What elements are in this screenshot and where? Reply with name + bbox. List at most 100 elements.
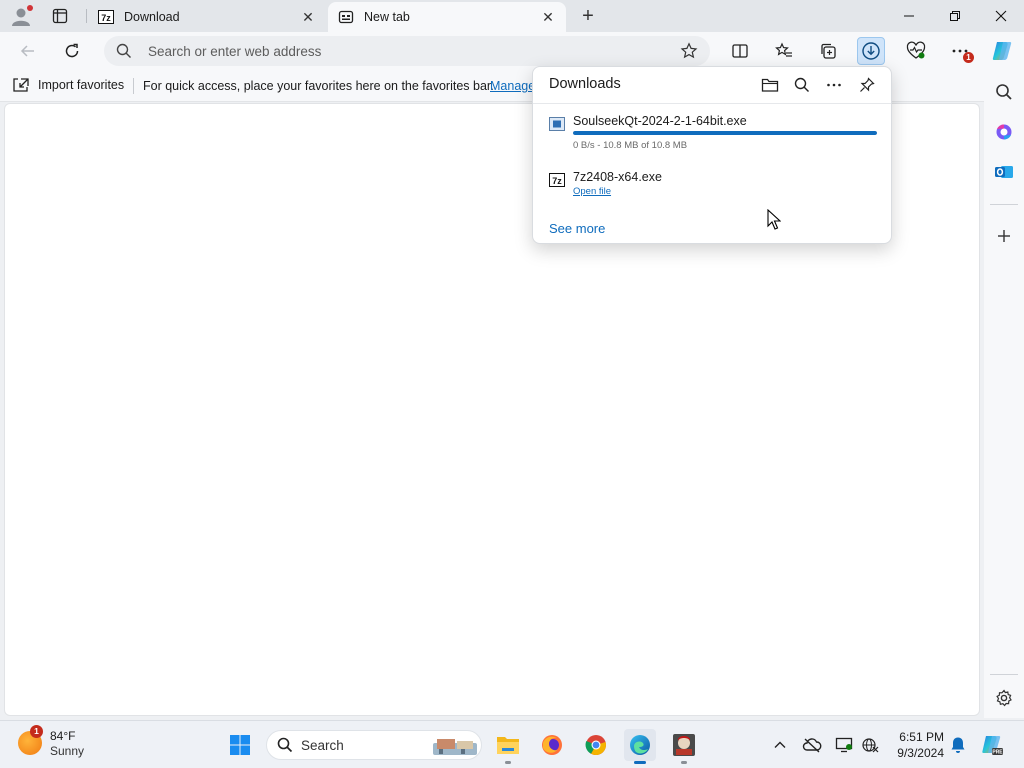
refresh-button[interactable] (58, 37, 86, 65)
firefox-icon (542, 735, 562, 755)
new-tab-plus-icon[interactable]: + (576, 4, 600, 28)
address-bar[interactable] (104, 36, 710, 66)
tab-strip: 7z Download ✕ New tab ✕ + (0, 0, 1024, 32)
gear-icon (996, 689, 1012, 707)
tab-close-icon[interactable]: ✕ (540, 9, 556, 25)
show-hidden-icons-button[interactable] (768, 733, 792, 757)
notification-badge: 1 (963, 52, 974, 63)
clock-time: 6:51 PM (899, 730, 944, 744)
search-downloads-button[interactable] (790, 73, 814, 97)
sun-icon: 1 (18, 725, 43, 755)
taskbar: 1 84°F Sunny Search 6:51 PM 9/3/2024 PRE (0, 720, 1024, 768)
copilot-button[interactable] (988, 37, 1016, 65)
close-window-button[interactable] (978, 0, 1024, 32)
profile-notification-dot (27, 5, 33, 11)
collections-button[interactable] (814, 37, 842, 65)
downloads-button[interactable] (857, 37, 885, 65)
weather-badge: 1 (30, 725, 43, 738)
newtab-icon (338, 9, 354, 25)
start-button[interactable] (224, 729, 256, 761)
folder-icon (761, 78, 779, 92)
edge-icon (630, 735, 650, 755)
restore-button[interactable] (932, 0, 978, 32)
favorite-star-icon[interactable] (680, 42, 698, 63)
more-dots-icon (827, 83, 841, 87)
collections-icon (821, 43, 836, 59)
tab-separator (86, 9, 87, 23)
network-globe-icon (862, 738, 879, 753)
open-file-link[interactable]: Open file (573, 186, 611, 197)
tab-close-icon[interactable]: ✕ (300, 9, 316, 25)
sidebar-divider (990, 204, 1018, 205)
search-icon (996, 84, 1012, 100)
browser-essentials-button[interactable] (902, 37, 930, 65)
svg-text:7z: 7z (552, 176, 562, 186)
tab-actions-icon (52, 8, 68, 24)
tab-download[interactable]: 7z Download ✕ (88, 2, 326, 32)
favorites-button[interactable] (770, 37, 798, 65)
network-volume-tray-button[interactable] (858, 733, 882, 757)
display-tray-button[interactable] (832, 733, 856, 757)
chrome-button[interactable] (580, 729, 612, 761)
heart-pulse-icon (906, 41, 926, 59)
7z-icon: 7z (98, 9, 114, 25)
import-favorites-label: Import favorites (38, 78, 125, 92)
bell-icon (951, 737, 965, 753)
windows-logo-icon (230, 735, 250, 755)
weather-widget[interactable]: 1 84°F Sunny (18, 725, 84, 759)
edge-button[interactable] (624, 729, 656, 764)
taskbar-search-label: Search (301, 738, 344, 753)
pin-icon (860, 77, 875, 92)
cloud-offline-icon (802, 738, 822, 753)
onedrive-tray-button[interactable] (800, 733, 824, 757)
navigation-toolbar: 1 (0, 32, 1024, 70)
taskbar-search-box[interactable]: Search (266, 730, 482, 760)
tab-actions-button[interactable] (48, 5, 72, 27)
import-favorites-button[interactable]: Import favorites (12, 77, 124, 93)
download-progress-bar (573, 131, 877, 135)
back-button[interactable] (14, 37, 42, 65)
panel-divider (533, 103, 891, 104)
chevron-up-icon (774, 741, 786, 748)
favorites-bar-message: For quick access, place your favorites h… (143, 79, 494, 93)
copilot-pre-icon: PRE (982, 736, 1003, 756)
split-screen-button[interactable] (726, 37, 754, 65)
minimize-icon (904, 15, 914, 17)
download-filename[interactable]: 7z2408-x64.exe (573, 170, 662, 184)
plus-icon (998, 230, 1010, 242)
svg-text:PRE: PRE (992, 750, 1003, 756)
sidebar-settings-button[interactable] (990, 684, 1018, 712)
clock[interactable]: 6:51 PM 9/3/2024 (880, 729, 944, 761)
downloads-panel-title: Downloads (549, 76, 621, 92)
minimize-button[interactable] (886, 0, 932, 32)
settings-more-button[interactable]: 1 (946, 37, 974, 65)
tab-title: Download (124, 10, 180, 24)
address-input[interactable] (148, 41, 648, 61)
outlook-icon (995, 166, 1013, 178)
sidebar-outlook-button[interactable] (990, 158, 1018, 186)
file-explorer-button[interactable] (492, 729, 524, 764)
search-icon (277, 737, 293, 756)
sidebar-copilot-button[interactable] (990, 118, 1018, 146)
download-progress-fill (573, 131, 877, 135)
7z-icon: 7z (549, 172, 565, 188)
favorites-separator (133, 78, 134, 94)
see-more-link[interactable]: See more (549, 221, 605, 236)
open-downloads-folder-button[interactable] (758, 73, 782, 97)
soulseek-app-button[interactable] (668, 729, 700, 764)
chrome-icon (585, 735, 606, 756)
download-filename[interactable]: SoulseekQt-2024-2-1-64bit.exe (573, 114, 747, 128)
sidebar-add-button[interactable] (990, 222, 1018, 250)
profile-button[interactable] (10, 5, 33, 27)
sidebar-search-button[interactable] (990, 78, 1018, 106)
notifications-button[interactable] (946, 733, 970, 757)
firefox-button[interactable] (536, 729, 568, 761)
search-highlight-image-icon (433, 739, 477, 755)
copilot-taskbar-button[interactable]: PRE (980, 733, 1004, 757)
tab-new-tab[interactable]: New tab ✕ (328, 2, 566, 32)
download-status: 0 B/s - 10.8 MB of 10.8 MB (573, 140, 688, 151)
pin-downloads-button[interactable] (855, 73, 879, 97)
downloads-more-options-button[interactable] (822, 73, 846, 97)
back-arrow-icon (20, 45, 34, 57)
manage-favorites-link[interactable]: Manage favorites now (490, 79, 532, 93)
